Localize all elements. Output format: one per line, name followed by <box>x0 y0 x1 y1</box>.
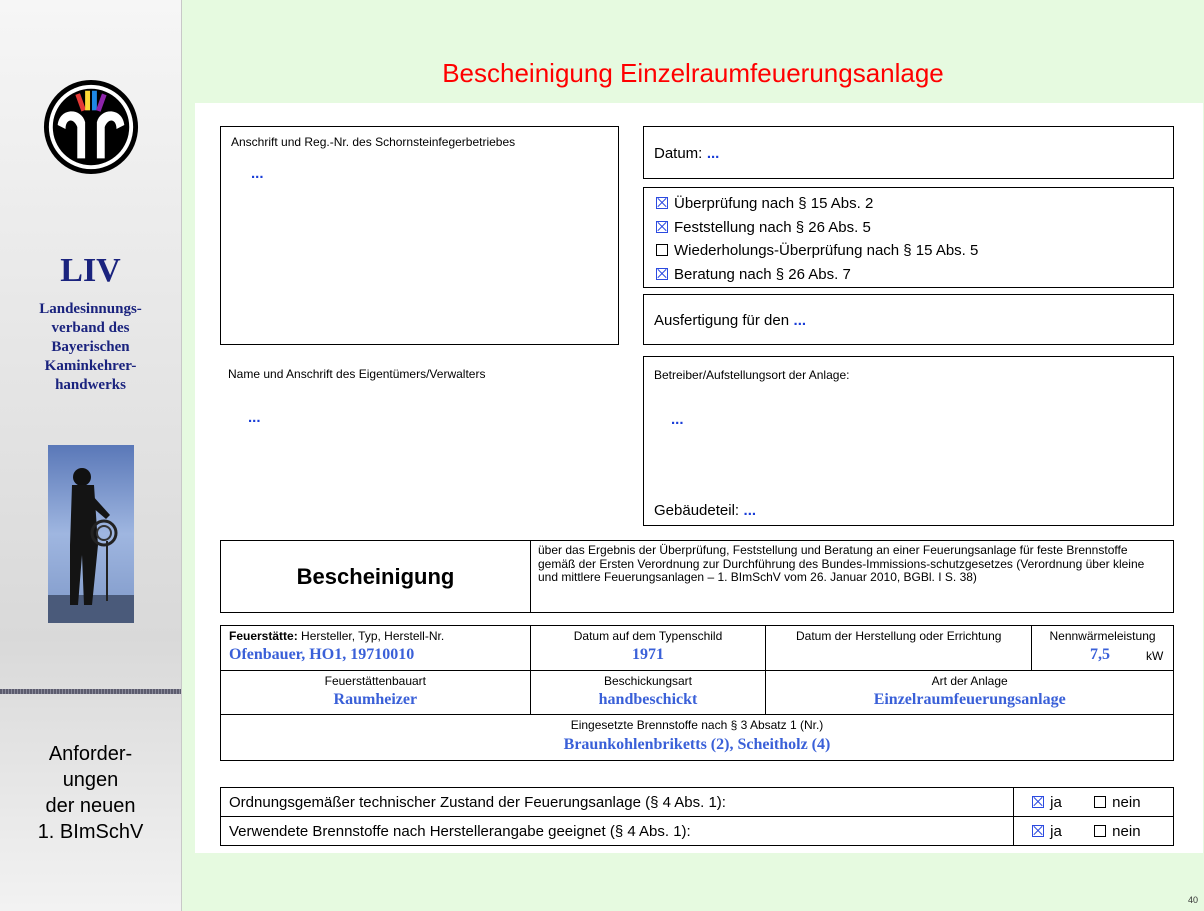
design-type-value: Raumheizer <box>333 691 418 708</box>
checkbox-checked-icon[interactable] <box>1032 795 1045 808</box>
assessment-row: Ordnungsgemäßer technischer Zustand der … <box>219 787 1174 817</box>
sidebar-divider <box>0 689 181 694</box>
manufacturer-cell: Feuerstätte: Hersteller, Typ, Herstell-N… <box>220 625 531 671</box>
check-label: Beratung nach § 26 Abs. 7 <box>674 265 851 283</box>
heat-output-unit: kW <box>1146 649 1164 663</box>
sweep-address-value: ... <box>251 165 264 182</box>
typeplate-date-header: Datum auf dem Typenschild <box>573 629 723 643</box>
yes-label: ja <box>1050 793 1062 811</box>
no-label: nein <box>1112 822 1141 840</box>
check-label: Wiederholungs-Überprüfung nach § 15 Abs.… <box>674 242 979 259</box>
fuels-value: Braunkohlenbriketts (2), Scheitholz (4) <box>563 736 831 753</box>
assessment-options: ja nein <box>1013 816 1174 846</box>
checkbox-empty-icon[interactable] <box>656 244 668 256</box>
assessment-label: Verwendete Brennstoffe nach Herstelleran… <box>219 816 1015 846</box>
org-full-name: Landesinnungs- verband des Bayerischen K… <box>0 300 181 395</box>
fuels-header: Eingesetzte Brennstoffe nach § 3 Absatz … <box>570 718 824 732</box>
chimney-sweep-photo <box>48 445 134 623</box>
manufacturer-header: Hersteller, Typ, Herstell-Nr. <box>297 629 445 643</box>
sidebar: LIV Landesinnungs- verband des Bayerisch… <box>0 0 182 911</box>
copy-for-label: Ausfertigung für den <box>654 312 790 329</box>
certificate-heading: Bescheinigung <box>221 541 531 612</box>
no-label: nein <box>1112 793 1141 811</box>
typeplate-date-cell: Datum auf dem Typenschild 1971 <box>529 625 767 671</box>
loading-type-header: Beschickungsart <box>603 674 693 688</box>
facility-kind-header: Art der Anlage <box>931 674 1008 688</box>
certificate-document: Anschrift und Reg.-Nr. des Schornsteinfe… <box>195 103 1203 853</box>
heat-output-header: Nennwärmeleistung <box>1049 629 1156 643</box>
checkbox-checked-icon[interactable] <box>656 267 668 280</box>
manufacturer-header-bold: Feuerstätte: <box>229 629 298 643</box>
manufacturer-value: Ofenbauer, HO1, 19710010 <box>229 646 415 663</box>
org-line: handwerks <box>55 377 126 393</box>
sidebar-caption: Anforder- ungen der neuen 1. BImSchV <box>0 741 181 845</box>
typeplate-date-value: 1971 <box>632 646 664 663</box>
checkbox-checked-icon[interactable] <box>656 220 668 233</box>
checkbox-checked-icon[interactable] <box>656 197 668 209</box>
caption-line: 1. BImSchV <box>37 821 144 843</box>
copy-for-box: Ausfertigung für den ... <box>643 294 1174 345</box>
assessment-label: Ordnungsgemäßer technischer Zustand der … <box>219 787 1015 817</box>
check-label: Feststellung nach § 26 Abs. 5 <box>674 218 871 236</box>
building-part-label: Gebäudeteil: <box>654 502 740 519</box>
guild-logo <box>43 79 139 175</box>
slide-title: Bescheinigung Einzelraumfeuerungsanlage <box>442 58 944 88</box>
facility-table: Feuerstätte: Hersteller, Typ, Herstell-N… <box>220 625 1174 761</box>
heat-output-value: 7,5 <box>1090 646 1111 663</box>
owner-label: Name und Anschrift des Eigentümers/Verwa… <box>228 367 486 381</box>
checkbox-checked-icon[interactable] <box>1032 824 1045 837</box>
manufacture-date-header: Datum der Herstellung oder Errichtung <box>795 629 1002 643</box>
caption-line: Anforder- <box>48 743 133 765</box>
checkbox-empty-icon[interactable] <box>1094 824 1107 837</box>
design-type-header: Feuerstättenbauart <box>324 674 427 688</box>
operator-label: Betreiber/Aufstellungsort der Anlage: <box>654 368 850 382</box>
caption-line: ungen <box>62 769 119 791</box>
assessment-table: Ordnungsgemäßer technischer Zustand der … <box>219 787 1174 846</box>
org-short-name: LIV <box>60 252 121 289</box>
checkbox-empty-icon[interactable] <box>1094 795 1107 808</box>
check-row[interactable]: Überprüfung nach § 15 Abs. 2 <box>656 192 978 216</box>
certificate-legal-text: über das Ergebnis der Überprüfung, Fests… <box>538 543 1145 584</box>
check-row[interactable]: Wiederholungs-Überprüfung nach § 15 Abs.… <box>656 239 978 263</box>
inspection-type-box: Überprüfung nach § 15 Abs. 2 Feststellun… <box>643 187 1174 288</box>
facility-kind-value: Einzelraumfeuerungsanlage <box>873 691 1066 708</box>
check-row[interactable]: Beratung nach § 26 Abs. 7 <box>656 263 978 287</box>
org-line: verband des <box>51 320 130 336</box>
operator-value: ... <box>671 411 684 428</box>
heat-output-cell: Nennwärmeleistung 7,5 kW <box>1031 625 1174 671</box>
fuels-cell: Eingesetzte Brennstoffe nach § 3 Absatz … <box>220 714 1174 761</box>
certificate-header: Bescheinigung über das Ergebnis der Über… <box>220 540 1174 613</box>
sweep-address-label: Anschrift und Reg.-Nr. des Schornsteinfe… <box>231 135 516 149</box>
date-label: Datum: <box>654 145 703 162</box>
operator-box: Betreiber/Aufstellungsort der Anlage: ..… <box>643 356 1174 526</box>
org-line: Landesinnungs- <box>39 301 142 317</box>
assessment-row: Verwendete Brennstoffe nach Herstelleran… <box>219 816 1174 846</box>
date-box: Datum: ... <box>643 126 1174 179</box>
copy-for-value: ... <box>793 312 807 329</box>
loading-type-value: handbeschickt <box>598 691 698 708</box>
caption-line: der neuen <box>45 795 136 817</box>
check-row[interactable]: Feststellung nach § 26 Abs. 5 <box>656 216 978 240</box>
sweep-address-box: Anschrift und Reg.-Nr. des Schornsteinfe… <box>220 126 619 345</box>
check-label: Überprüfung nach § 15 Abs. 2 <box>674 195 874 212</box>
org-line: Bayerischen <box>51 339 130 355</box>
building-part-value: ... <box>743 502 757 519</box>
page-number: 40 <box>1187 895 1198 905</box>
yes-label: ja <box>1050 822 1062 840</box>
owner-value: ... <box>248 409 261 426</box>
org-line: Kaminkehrer- <box>44 358 137 374</box>
date-value: ... <box>706 145 720 162</box>
design-type-cell: Feuerstättenbauart Raumheizer <box>220 670 531 715</box>
manufacture-date-cell: Datum der Herstellung oder Errichtung <box>765 625 1033 671</box>
facility-kind-cell: Art der Anlage Einzelraumfeuerungsanlage <box>765 670 1174 715</box>
loading-type-cell: Beschickungsart handbeschickt <box>529 670 767 715</box>
assessment-options: ja nein <box>1013 787 1174 817</box>
